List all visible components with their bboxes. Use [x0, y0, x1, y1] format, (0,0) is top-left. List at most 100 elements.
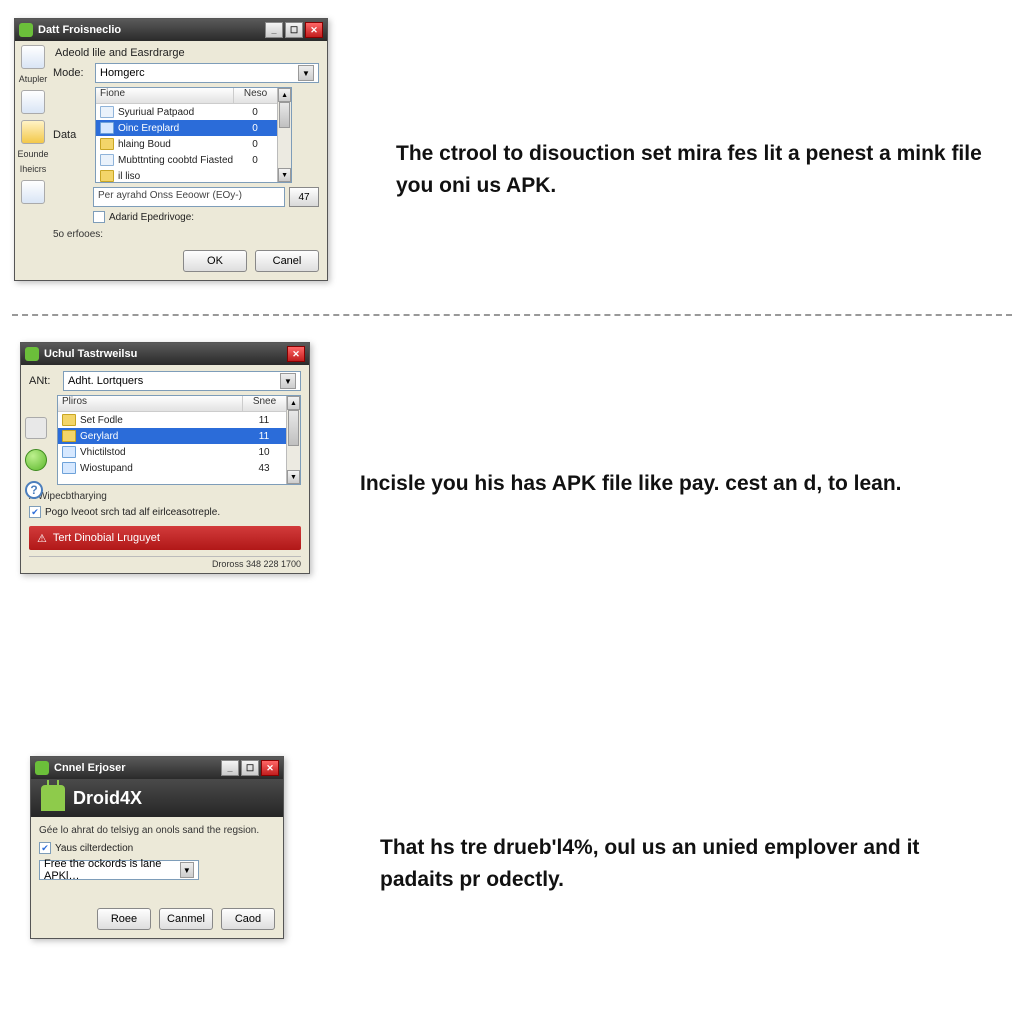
- item-name: Vhictilstod: [80, 447, 242, 458]
- apk-combo[interactable]: Free the ockords is lane APKl… ▼: [39, 860, 199, 880]
- file-icon: [62, 414, 76, 426]
- scroll-thumb[interactable]: [279, 102, 290, 128]
- minimize-button[interactable]: _: [221, 760, 239, 776]
- chevron-down-icon[interactable]: ▼: [280, 373, 296, 389]
- scrollbar[interactable]: ▲ ▼: [277, 88, 291, 182]
- file-icon: [62, 446, 76, 458]
- col-size[interactable]: Neso: [233, 88, 277, 103]
- list-item[interactable]: il liso: [96, 168, 277, 184]
- caption-3: That hs tre drueb'l4%, oul us an unied e…: [380, 832, 980, 895]
- list-item[interactable]: Set Fodle11: [58, 412, 286, 428]
- list-item[interactable]: hlaing Boud0: [96, 136, 277, 152]
- titlebar[interactable]: Cnnel Erjoser _ ☐ ✕: [31, 757, 283, 779]
- close-button[interactable]: ✕: [287, 346, 305, 362]
- maximize-button[interactable]: ☐: [241, 760, 259, 776]
- item-value: 11: [242, 415, 286, 426]
- status-bar: Droross 348 228 1700: [29, 556, 301, 569]
- footer-text: 5o erfooes:: [53, 229, 319, 240]
- confirm-button[interactable]: Canmel: [159, 908, 213, 930]
- browse-button[interactable]: Roee: [97, 908, 151, 930]
- maximize-button[interactable]: ☐: [285, 22, 303, 38]
- cancel-button[interactable]: Caod: [221, 908, 275, 930]
- file-icon: [100, 122, 114, 134]
- checkbox-label: Adarid Epedrivoge:: [109, 212, 194, 223]
- aux-button[interactable]: 47: [289, 187, 319, 207]
- ok-button[interactable]: OK: [183, 250, 247, 272]
- list-item[interactable]: Gerylard11: [58, 428, 286, 444]
- file-icon: [100, 138, 114, 150]
- item-value: 0: [233, 155, 277, 166]
- item-value: 0: [233, 139, 277, 150]
- section-divider: [12, 314, 1012, 316]
- help-icon[interactable]: ?: [25, 481, 43, 499]
- list-item[interactable]: Mubttnting coobtd Fiasted0: [96, 152, 277, 168]
- file-icon: [62, 430, 76, 442]
- list-item[interactable]: Syuriual Patpaod0: [96, 104, 277, 120]
- sidebar-icon[interactable]: [25, 417, 47, 439]
- col-size[interactable]: Snee: [242, 396, 286, 411]
- cancel-button[interactable]: Canel: [255, 250, 319, 272]
- titlebar[interactable]: Uchul Tastrweilsu ✕: [21, 343, 309, 365]
- checkbox[interactable]: ✔: [29, 506, 41, 518]
- data-label: Data: [53, 129, 89, 141]
- checkbox[interactable]: ✔: [39, 842, 51, 854]
- file-icon: [100, 170, 114, 182]
- file-icon: [100, 154, 114, 166]
- danger-label: Tert Dinobial Lruguyet: [53, 532, 160, 544]
- list-item[interactable]: Oinc Ereplard0: [96, 120, 277, 136]
- ant-label: ANt:: [29, 375, 57, 387]
- mode-combo[interactable]: Homgerc ▼: [95, 63, 319, 83]
- window-installer: Cnnel Erjoser _ ☐ ✕ Droid4X Gée lo ahrat…: [30, 756, 284, 939]
- list-item[interactable]: Vhictilstod10: [58, 444, 286, 460]
- window-title: Datt Froisneclio: [38, 24, 121, 36]
- item-name: il liso: [118, 171, 233, 182]
- item-value: 43: [242, 463, 286, 474]
- file-icon: [62, 462, 76, 474]
- item-name: Set Fodle: [80, 415, 242, 426]
- scroll-down-icon[interactable]: ▼: [287, 470, 300, 484]
- checkbox-label: Yaus cilterdection: [55, 843, 133, 854]
- scroll-down-icon[interactable]: ▼: [278, 168, 291, 182]
- section-label: A Wipecbtharying: [29, 491, 301, 502]
- scrollbar[interactable]: ▲ ▼: [286, 396, 300, 484]
- scroll-up-icon[interactable]: ▲: [278, 88, 291, 102]
- brand-name: Droid4X: [73, 788, 142, 809]
- place-icon[interactable]: [21, 45, 45, 69]
- app-icon: [19, 23, 33, 37]
- place-icon[interactable]: [21, 180, 45, 204]
- item-name: Gerylard: [80, 431, 242, 442]
- scroll-thumb[interactable]: [288, 410, 299, 446]
- col-name[interactable]: Fione: [96, 88, 233, 103]
- close-button[interactable]: ✕: [261, 760, 279, 776]
- list-item[interactable]: Wiostupand43: [58, 460, 286, 476]
- item-name: Mubttnting coobtd Fiasted: [118, 155, 233, 166]
- item-name: Syuriual Patpaod: [118, 107, 233, 118]
- item-name: Wiostupand: [80, 463, 242, 474]
- close-button[interactable]: ✕: [305, 22, 323, 38]
- place-icon[interactable]: [21, 90, 45, 114]
- item-name: Oinc Ereplard: [118, 123, 233, 134]
- item-list[interactable]: Pliros Snee Set Fodle11Gerylard11Vhictil…: [57, 395, 301, 485]
- caption-2: Incisle you his has APK file like pay. c…: [360, 468, 960, 500]
- window-title: Cnnel Erjoser: [54, 762, 126, 774]
- brand-banner: Droid4X: [31, 779, 283, 817]
- danger-button[interactable]: ⚠ Tert Dinobial Lruguyet: [29, 526, 301, 550]
- chevron-down-icon[interactable]: ▼: [298, 65, 314, 81]
- layer-combo[interactable]: Adht. Lortquers ▼: [63, 371, 301, 391]
- place-icon[interactable]: [21, 120, 45, 144]
- scroll-up-icon[interactable]: ▲: [287, 396, 300, 410]
- col-name[interactable]: Pliros: [58, 396, 242, 411]
- place-label: Iheicrs: [20, 165, 47, 174]
- filename-input[interactable]: Per ayrahd Onss Eeoowr (EOy-): [93, 187, 285, 207]
- minimize-button[interactable]: _: [265, 22, 283, 38]
- file-list[interactable]: Fione Neso Syuriual Patpaod0Oinc Ereplar…: [95, 87, 292, 183]
- warning-icon: ⚠: [37, 532, 47, 545]
- combo-value: Homgerc: [100, 67, 145, 79]
- globe-icon[interactable]: [25, 449, 47, 471]
- chevron-down-icon[interactable]: ▼: [180, 862, 194, 878]
- titlebar[interactable]: Datt Froisneclio _ ☐ ✕: [15, 19, 327, 41]
- dialog-header: Adeold lile and Easrdrarge: [53, 47, 319, 59]
- window-task-dialog: Uchul Tastrweilsu ✕ ? ANt: Adht. Lortque…: [20, 342, 310, 574]
- item-value: 11: [242, 431, 286, 442]
- checkbox[interactable]: [93, 211, 105, 223]
